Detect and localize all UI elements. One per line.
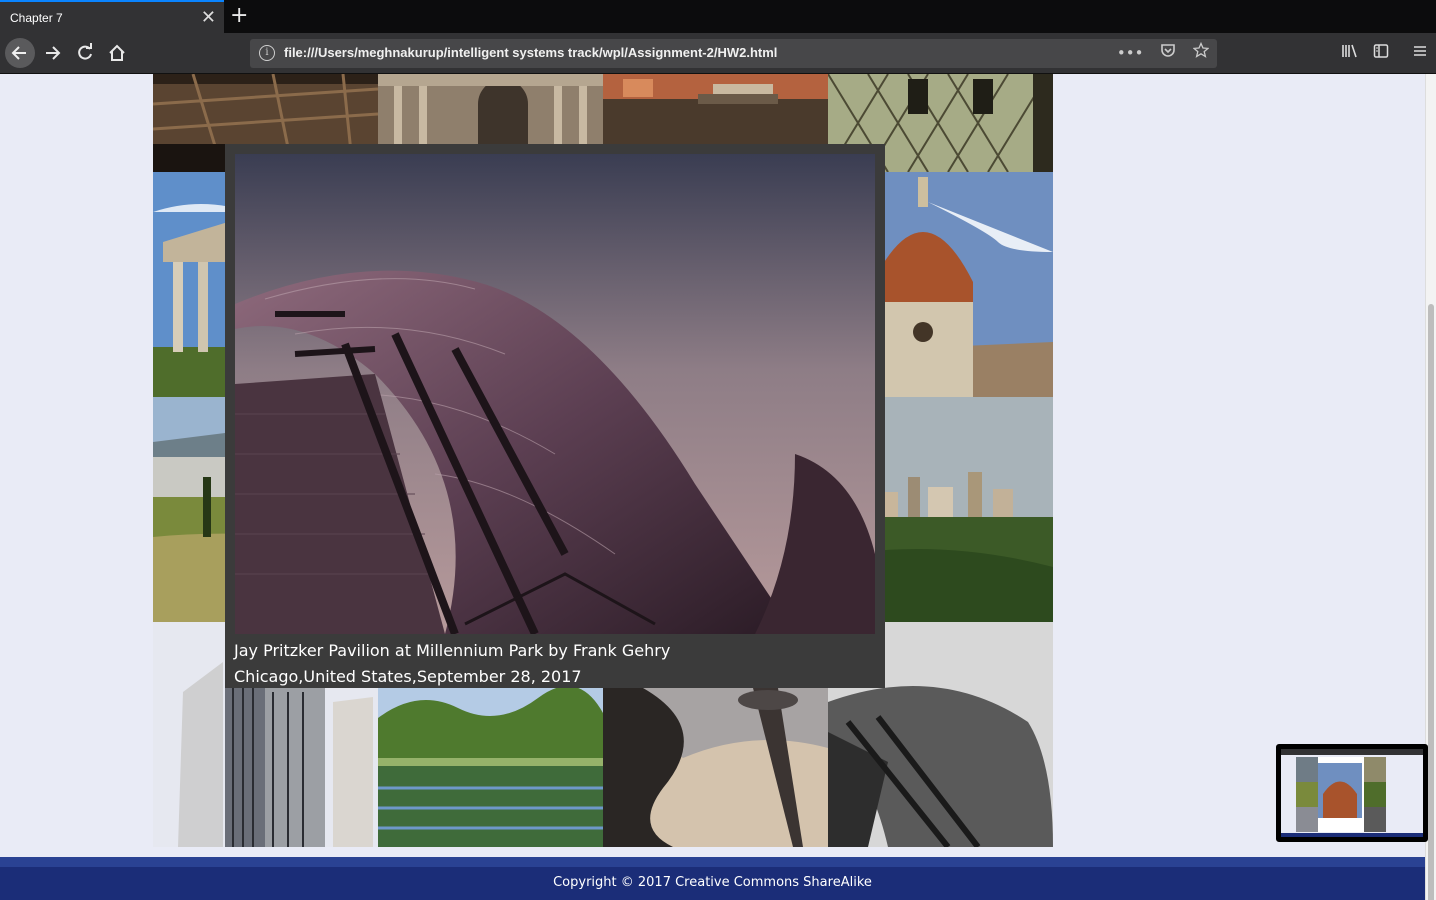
page-footer: Copyright © 2017 Creative Commons ShareA…	[0, 857, 1425, 900]
site-info-icon[interactable]: i	[259, 45, 275, 61]
forward-arrow-icon	[46, 46, 61, 60]
sidebar-icon[interactable]	[1373, 43, 1389, 63]
page-actions-icon[interactable]: •••	[1117, 44, 1144, 62]
reload-icon	[78, 43, 92, 60]
screenshot-preview-image	[1281, 749, 1423, 837]
scrollbar-thumb[interactable]	[1428, 304, 1434, 900]
caption-detail: Chicago,United States,September 28, 2017	[234, 667, 582, 686]
forward-button[interactable]	[38, 38, 68, 68]
new-tab-button[interactable]: +	[230, 3, 248, 28]
back-arrow-icon	[11, 46, 26, 60]
gallery-photo-harbor[interactable]	[603, 74, 828, 144]
lightbox-photo	[235, 154, 875, 634]
navigation-bar: i file:///Users/meghnakurup/intelligent …	[0, 33, 1436, 74]
tab-title: Chapter 7	[10, 11, 63, 25]
caption-title: Jay Pritzker Pavilion at Millennium Park…	[234, 641, 671, 660]
gallery-photo-space-needle[interactable]	[603, 688, 828, 847]
back-button[interactable]	[5, 38, 35, 68]
url-text[interactable]: file:///Users/meghnakurup/intelligent sy…	[284, 45, 777, 60]
pocket-icon[interactable]	[1160, 42, 1176, 62]
lightbox-overlay[interactable]: Jay Pritzker Pavilion at Millennium Park…	[225, 144, 885, 688]
lightbox-caption: Jay Pritzker Pavilion at Millennium Park…	[234, 638, 670, 690]
menu-icon[interactable]	[1412, 43, 1428, 63]
bookmark-star-icon[interactable]	[1192, 41, 1210, 62]
copyright-text: Copyright © 2017 Creative Commons ShareA…	[553, 875, 872, 890]
gallery-photo-park-lake[interactable]	[378, 688, 603, 847]
gallery-photo-roman-arch[interactable]	[378, 74, 603, 144]
screenshot-preview-thumbnail[interactable]	[1276, 744, 1428, 842]
address-bar[interactable]: i file:///Users/meghnakurup/intelligent …	[250, 39, 1217, 68]
reload-button[interactable]	[70, 38, 100, 68]
close-tab-icon[interactable]: ✕	[201, 7, 216, 28]
home-button[interactable]	[102, 38, 132, 68]
tab-chapter-7[interactable]: Chapter 7 ✕	[0, 0, 224, 33]
home-icon	[109, 44, 125, 61]
tab-bar: Chapter 7 ✕ +	[0, 0, 1436, 33]
library-icon[interactable]	[1341, 43, 1359, 63]
